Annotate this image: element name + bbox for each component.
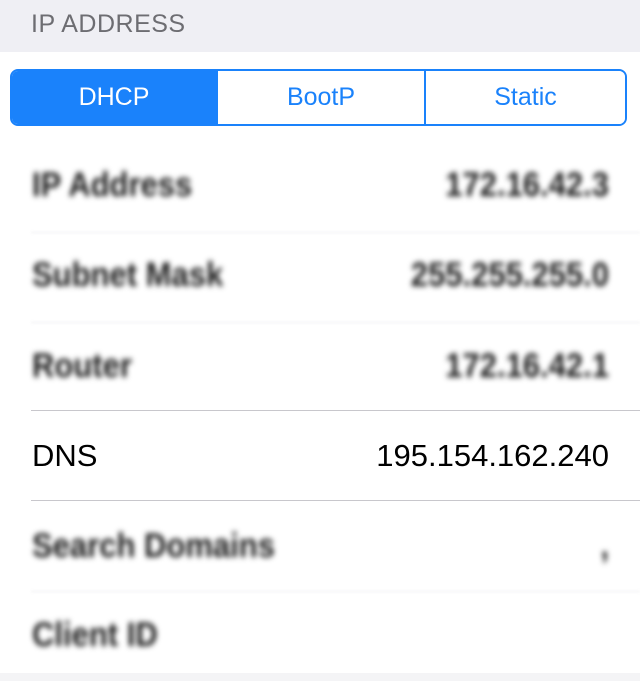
row-label: Client ID <box>32 614 158 655</box>
ip-mode-segmented-control: DHCP BootP Static <box>10 69 627 126</box>
row-label: DNS <box>32 438 98 473</box>
row-dns[interactable]: DNS 195.154.162.240 <box>0 411 640 501</box>
segment-dhcp[interactable]: DHCP <box>12 71 216 124</box>
row-ip-address[interactable]: IP Address 172.16.42.3 <box>0 140 640 230</box>
row-value: 255.255.255.0 <box>410 254 609 295</box>
section-header-title: IP ADDRESS <box>31 10 186 38</box>
bottom-strip <box>0 673 640 681</box>
row-value: 172.16.42.1 <box>445 345 609 386</box>
segment-bootp[interactable]: BootP <box>216 71 424 124</box>
row-label: Search Domains <box>32 525 275 566</box>
row-client-id[interactable]: Client ID <box>0 590 640 680</box>
row-label: IP Address <box>32 164 193 205</box>
row-value: 172.16.42.3 <box>445 164 609 205</box>
row-router[interactable]: Router 172.16.42.1 <box>0 321 640 411</box>
row-label: Subnet Mask <box>32 254 224 295</box>
section-header: IP ADDRESS <box>0 0 640 52</box>
segment-static[interactable]: Static <box>424 71 625 124</box>
row-search-domains[interactable]: Search Domains , <box>0 501 640 591</box>
row-value: 195.154.162.240 <box>376 438 609 473</box>
row-value: , <box>600 525 609 566</box>
row-label: Router <box>32 345 132 386</box>
row-subnet-mask[interactable]: Subnet Mask 255.255.255.0 <box>0 230 640 320</box>
